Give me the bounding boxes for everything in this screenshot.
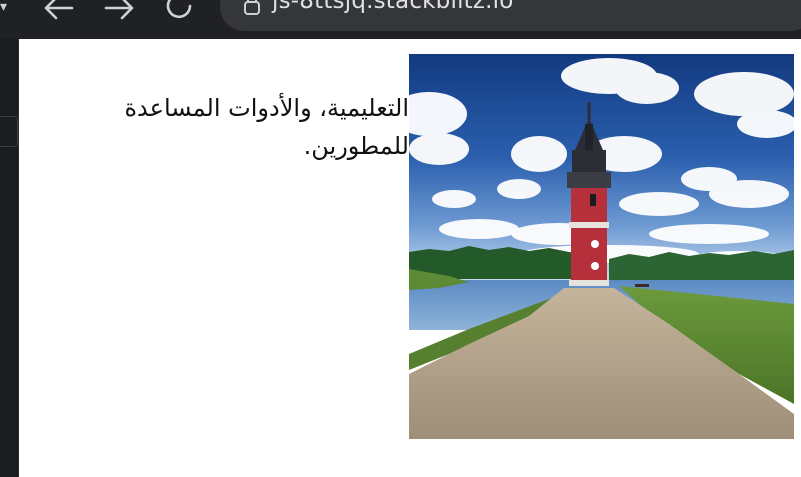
tab-strip-edge-icon[interactable]: ▾ <box>0 0 10 14</box>
reload-icon[interactable] <box>163 0 197 22</box>
lighthouse-photo <box>409 54 794 439</box>
back-arrow-icon[interactable] <box>41 0 75 22</box>
forward-arrow-icon[interactable] <box>103 0 137 22</box>
side-panel-control[interactable] <box>0 116 18 147</box>
page-viewport: التعليمية، والأدوات المساعدة للمطورين. <box>19 39 801 477</box>
article-paragraph: التعليمية، والأدوات المساعدة للمطورين. <box>124 94 409 160</box>
url-text[interactable]: js-8ttsjq.stackblitz.io <box>272 0 514 14</box>
browser-toolbar: ▾ js-8ttsjq.stackblitz.io <box>0 0 801 39</box>
side-panel-edge <box>0 39 19 477</box>
lock-icon[interactable] <box>243 0 261 18</box>
